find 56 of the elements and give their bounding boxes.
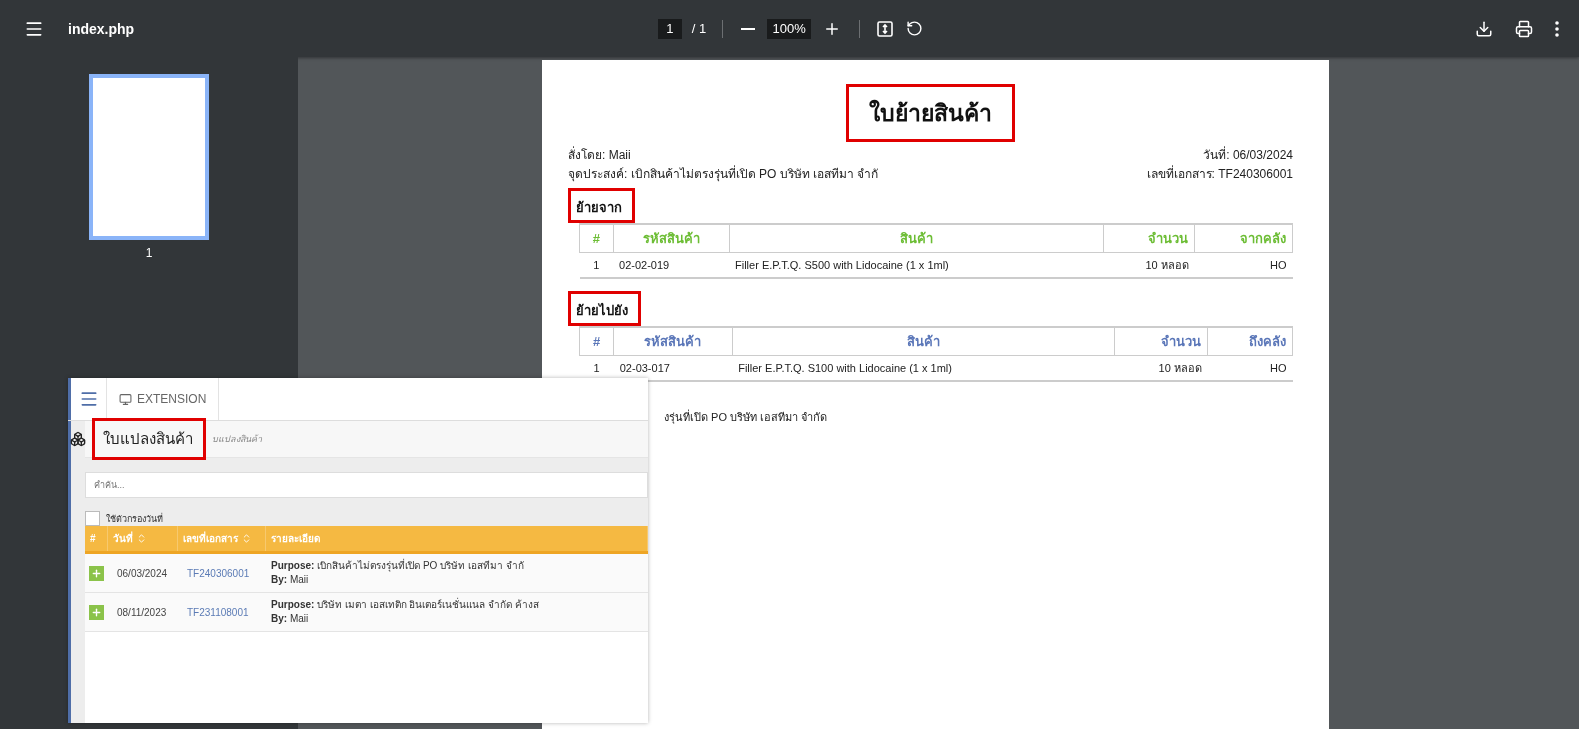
table-cell: Filler E.P.T.Q. S100 with Lidocaine (1 x 1ml) <box>732 355 1115 381</box>
more-icon <box>1555 20 1559 37</box>
column-header: จำนวน <box>1103 224 1195 253</box>
column-header: # <box>90 533 96 544</box>
table-cell: 02-02-019 <box>613 252 729 278</box>
checkbox-label: ใช้ตัวกรองวันที่ <box>106 512 163 526</box>
table-cell: Filler E.P.T.Q. S500 with Lidocaine (1 x 1ml) <box>729 252 1104 278</box>
nav-tab[interactable]: EXTENSION <box>107 378 220 420</box>
column-header: รหัสสินค้า <box>613 224 729 253</box>
table-cell: 1 <box>579 252 613 278</box>
column-header: เลขที่เอกสาร <box>183 531 238 546</box>
page-total: / 1 <box>691 21 707 36</box>
column-header: จำนวน <box>1114 327 1208 356</box>
info-text: วันที่: 06/03/2024 <box>1203 146 1293 164</box>
file-name: index.php <box>68 20 135 37</box>
date-cell-text: 06/03/2024 <box>116 567 169 579</box>
column-header: สินค้า <box>729 224 1104 253</box>
document-title: ใบย้ายสินค้า <box>869 98 992 128</box>
column-header: สินค้า <box>732 327 1115 356</box>
info-text: สั่งโดย: Maii <box>568 146 631 164</box>
breadcrumb: บแปลงสินค้า <box>212 433 262 446</box>
table-cell: 10 หลอด <box>1114 355 1208 381</box>
column-header: ถึงคลัง <box>1207 327 1293 356</box>
info-text: จุดประสงค์: เบิกสินค้าไม่ตรงรุ่นที่เปิด PO บริษัท เอสทีมา จำกั <box>568 165 879 184</box>
table-cell: HO <box>1207 355 1293 381</box>
table-cell: 10 หลอด <box>1103 252 1195 278</box>
column-header: # <box>579 327 614 356</box>
date-cell-text: 08/11/2023 <box>116 606 168 618</box>
document-link[interactable]: TF231108001 <box>178 606 266 618</box>
checkbox[interactable] <box>85 511 100 526</box>
author-text: By: Maii <box>271 612 310 626</box>
thumbnail-label: 1 <box>145 246 153 260</box>
more-button[interactable] <box>1553 18 1561 39</box>
column-header: จากคลัง <box>1194 224 1293 253</box>
column-header: รายละเอียด <box>271 532 320 546</box>
section-heading: ย้ายจาก <box>576 199 622 217</box>
monitor-icon <box>119 392 132 406</box>
search-field[interactable]: คำค้น... <box>85 472 648 498</box>
column-header: รหัสสินค้า <box>613 327 733 356</box>
boxes-icon <box>70 431 86 447</box>
note-text: งรุ่นที่เปิด PO บริษัท เอสทีมา จำกัด <box>664 408 829 426</box>
purpose-text: Purpose: บริษัท เมตา เอสเทติก อินเตอร์เนชั่นแนล จำกัด ค้างส <box>271 598 540 612</box>
section-heading: ย้ายไปยัง <box>576 302 628 320</box>
column-header: # <box>579 224 613 253</box>
info-text: เลขที่เอกสาร: TF240306001 <box>1146 165 1293 183</box>
purpose-text: Purpose: เบิกสินค้าไม่ตรงรุ่นที่เปิด PO บริษัท เอสทีมา จำกั <box>271 559 525 573</box>
document-link[interactable]: TF240306001 <box>178 567 266 579</box>
page-thumbnail[interactable] <box>89 74 209 240</box>
zoom-field[interactable]: 100% <box>767 18 812 39</box>
table-cell: HO <box>1194 252 1293 278</box>
column-header: วันที่ <box>113 531 133 546</box>
author-text: By: Maii <box>271 573 310 587</box>
fit-page-icon[interactable] <box>876 19 895 38</box>
minus-icon <box>741 27 756 30</box>
page-number-field[interactable]: 1 <box>657 18 682 39</box>
page-title: ใบแปลงสินค้า <box>103 429 193 449</box>
